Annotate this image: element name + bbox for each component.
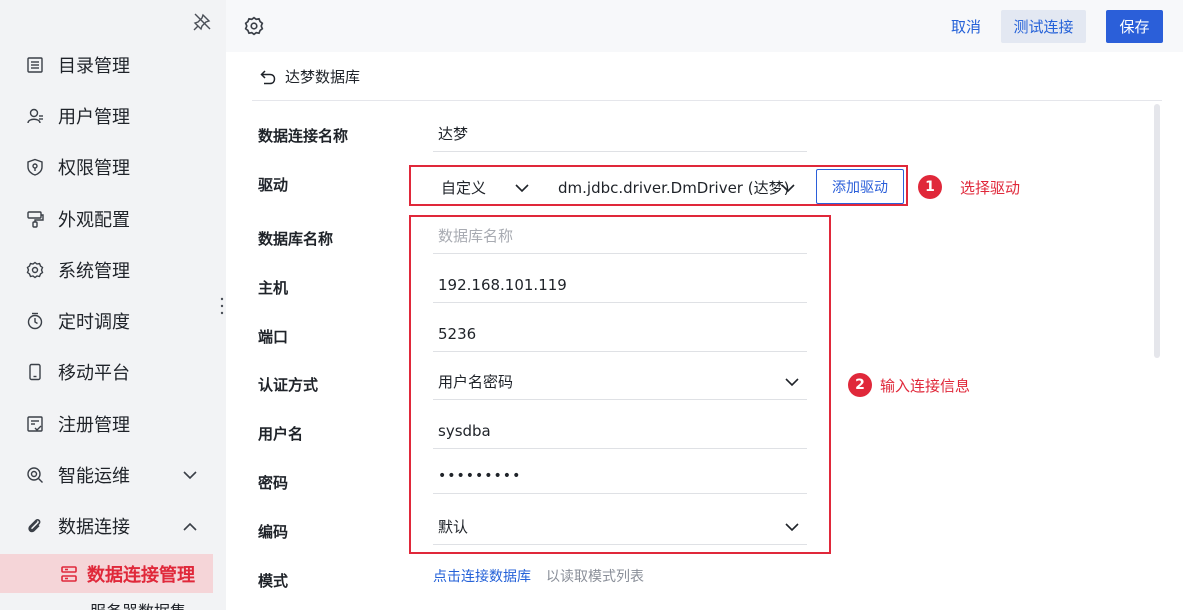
host-label: 主机 [258, 279, 289, 297]
sidebar-subitem-label: 服务器数据集 [90, 602, 190, 610]
shield-icon [25, 157, 45, 177]
toolbar: 取消 测试连接 保存 [226, 0, 1183, 52]
back-arrow-icon [259, 68, 277, 86]
save-button[interactable]: 保存 [1106, 10, 1163, 43]
sidebar-item-system[interactable]: 系统管理 [0, 244, 226, 295]
ops-icon [25, 465, 45, 485]
sidebar-nav: 目录管理 用户管理 权限管理 外观配置 系统管理 定时调度 移动平台 注册管理 … [0, 39, 226, 552]
scrollbar[interactable] [1154, 104, 1160, 358]
port-label: 端口 [258, 328, 289, 346]
database-icon [59, 564, 79, 584]
link-icon [25, 516, 45, 536]
resize-handle-icon[interactable] [219, 296, 226, 316]
sidebar-item-data-connection[interactable]: 数据连接 [0, 501, 226, 552]
driver-highlight-box [409, 165, 908, 206]
sidebar-subitem-label: 数据连接管理 [87, 564, 195, 586]
sidebar-item-ops[interactable]: 智能运维 [0, 449, 226, 500]
sidebar-item-label: 注册管理 [58, 414, 130, 436]
sidebar-item-permissions[interactable]: 权限管理 [0, 142, 226, 193]
test-connection-button[interactable]: 测试连接 [1001, 10, 1086, 43]
sidebar-item-label: 移动平台 [58, 363, 130, 385]
brush-icon [25, 209, 45, 229]
sidebar-item-label: 权限管理 [58, 158, 130, 180]
connection-info-highlight-box [409, 215, 831, 554]
username-label: 用户名 [258, 425, 304, 443]
sidebar-item-label: 系统管理 [58, 260, 130, 282]
sidebar-item-label: 外观配置 [58, 209, 130, 231]
sidebar-item-label: 用户管理 [58, 106, 130, 128]
sidebar-item-users[interactable]: 用户管理 [0, 90, 226, 141]
sidebar-subitem-data-connection-management[interactable]: 数据连接管理 [0, 554, 213, 593]
sidebar-item-label: 数据连接 [58, 517, 130, 539]
mode-label: 模式 [258, 572, 289, 590]
register-icon [25, 414, 45, 434]
sidebar-item-schedule[interactable]: 定时调度 [0, 295, 226, 346]
annotation-badge-1: 1 [918, 175, 942, 199]
sidebar-subitem-next[interactable]: 服务器数据集 [90, 602, 190, 610]
catalog-icon [25, 55, 45, 75]
sidebar: 目录管理 用户管理 权限管理 外观配置 系统管理 定时调度 移动平台 注册管理 … [0, 0, 226, 610]
main-area: 取消 测试连接 保存 达梦数据库 数据连接名称 达梦 驱动 自定义 dm.jdb… [226, 0, 1183, 610]
chevron-up-icon [180, 517, 200, 537]
app-window: 目录管理 用户管理 权限管理 外观配置 系统管理 定时调度 移动平台 注册管理 … [0, 0, 1183, 610]
mode-hint: 以读取模式列表 [546, 569, 644, 585]
pin-icon[interactable] [192, 12, 212, 32]
driver-label: 驱动 [258, 176, 289, 194]
sidebar-item-appearance[interactable]: 外观配置 [0, 193, 226, 244]
connect-database-link[interactable]: 点击连接数据库 [433, 566, 531, 586]
password-label: 密码 [258, 474, 289, 492]
sidebar-item-label: 智能运维 [58, 466, 130, 488]
annotation-badge-2: 2 [848, 373, 872, 397]
connection-form-panel: 达梦数据库 数据连接名称 达梦 驱动 自定义 dm.jdbc.driver.Dm… [226, 52, 1183, 610]
mobile-icon [25, 362, 45, 382]
settings-gear-icon[interactable] [244, 16, 264, 36]
page-title: 达梦数据库 [285, 68, 361, 86]
back-link[interactable]: 达梦数据库 [259, 66, 360, 87]
db-name-label: 数据库名称 [258, 230, 334, 248]
conn-name-input[interactable]: 达梦 [433, 116, 807, 152]
conn-name-label: 数据连接名称 [258, 127, 349, 145]
user-icon [25, 106, 45, 126]
encoding-label: 编码 [258, 523, 289, 541]
annotation-text-2: 输入连接信息 [880, 377, 971, 395]
gear-icon [25, 260, 45, 280]
sidebar-item-register[interactable]: 注册管理 [0, 398, 226, 449]
chevron-down-icon [180, 465, 200, 485]
annotation-text-1: 选择驱动 [960, 179, 1021, 197]
auth-label: 认证方式 [258, 376, 319, 394]
sidebar-item-catalog[interactable]: 目录管理 [0, 39, 226, 90]
sidebar-item-label: 目录管理 [58, 55, 130, 77]
sidebar-item-mobile[interactable]: 移动平台 [0, 347, 226, 398]
header-divider [252, 100, 1162, 101]
sidebar-item-label: 定时调度 [58, 312, 130, 334]
cancel-button[interactable]: 取消 [938, 10, 994, 42]
timer-icon [25, 311, 45, 331]
conn-name-value: 达梦 [438, 125, 469, 143]
